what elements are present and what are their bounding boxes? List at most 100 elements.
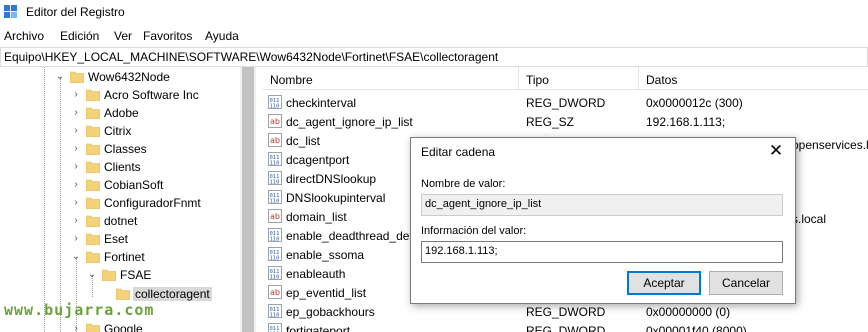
svg-text:110: 110 [270, 180, 280, 186]
window-title: Editor del Registro [26, 5, 125, 19]
svg-text:110: 110 [270, 199, 280, 205]
value-name: fortigateport [286, 324, 351, 332]
reg-binary-icon: 011110 [268, 323, 282, 332]
dialog-title: Editar cadena [421, 145, 496, 159]
svg-text:110: 110 [270, 161, 280, 167]
chevron-right-icon[interactable]: › [71, 234, 81, 244]
tree-item-label: ConfiguradorFnmt [104, 196, 201, 210]
tree-item-label: Google [104, 322, 143, 332]
value-name: enable_deadthread_dete [286, 229, 420, 243]
table-row[interactable]: 011 110 checkinterval REG_DWORD 0x0000012c (… [262, 93, 868, 112]
column-header-name[interactable]: Nombre [270, 73, 313, 87]
tree-scrollbar-thumb[interactable] [242, 67, 254, 332]
value-data-label: Información del valor: [421, 225, 527, 237]
folder-icon [86, 107, 100, 119]
svg-text:110: 110 [270, 313, 280, 319]
ok-button[interactable]: Aceptar [627, 271, 701, 295]
svg-text:ab: ab [270, 288, 280, 297]
address-bar[interactable]: Equipo\HKEY_LOCAL_MACHINE\SOFTWARE\Wow64… [0, 47, 868, 67]
chevron-right-icon[interactable]: › [71, 144, 81, 154]
peeking-data-text: openservices.lo [792, 138, 868, 152]
value-name: dcagentport [286, 153, 350, 167]
folder-icon [86, 215, 100, 227]
chevron-right-icon[interactable]: › [71, 324, 81, 332]
tree-item-label: collectoragent [133, 287, 212, 301]
value-type: REG_DWORD [526, 324, 606, 332]
chevron-right-icon[interactable]: › [71, 216, 81, 226]
value-data-text: 192.168.1.113; [425, 245, 498, 257]
tree-item-label: Citrix [104, 124, 132, 138]
watermark: www.bujarra.com [4, 301, 155, 319]
folder-icon [86, 233, 100, 245]
tree-item-label: FSAE [120, 268, 152, 282]
column-separator[interactable] [518, 67, 519, 89]
folder-icon [86, 323, 100, 332]
svg-text:ab: ab [270, 117, 280, 126]
table-row[interactable]: 011 110 ep_gobackhours REG_DWORD 0x00000000 … [262, 302, 868, 321]
reg-binary-icon: 011110 [268, 266, 282, 280]
folder-icon [86, 125, 100, 137]
reg-string-icon: ab [268, 114, 282, 128]
table-row[interactable]: 011110 fortigateport REG_DWORD 0x00001f40 (… [262, 321, 868, 332]
chevron-down-icon[interactable]: ⌄ [71, 252, 81, 262]
svg-text:110: 110 [270, 256, 280, 262]
folder-open-icon [102, 269, 116, 281]
tree-item-label: Adobe [104, 106, 139, 120]
reg-binary-icon: 011110 [268, 152, 282, 166]
chevron-down-icon[interactable]: ⌄ [87, 270, 97, 280]
cancel-button[interactable]: Cancelar [709, 271, 783, 295]
tree-item-label: CobianSoft [104, 178, 164, 192]
reg-string-icon: ab [268, 133, 282, 147]
column-separator[interactable] [638, 67, 639, 89]
title-bar: Editor del Registro [0, 0, 868, 26]
reg-string-icon: ab [268, 285, 282, 299]
value-type: REG_SZ [526, 115, 575, 129]
reg-binary-icon: 011110 [268, 228, 282, 242]
value-name: domain_list [286, 210, 347, 224]
value-data: 0x00000000 (0) [646, 305, 731, 319]
menu-favoritos[interactable]: Favoritos [143, 29, 192, 43]
reg-binary-icon: 011110 [268, 95, 282, 109]
column-header-type[interactable]: Tipo [526, 73, 549, 87]
chevron-down-icon[interactable]: ⌄ [55, 72, 65, 82]
value-name-text: dc_agent_ignore_ip_list [425, 198, 542, 210]
table-row[interactable]: ab dc_agent_ignore_ip_list REG_SZ 192.168.1… [262, 112, 868, 131]
svg-text:ab: ab [270, 212, 280, 221]
menu-archivo[interactable]: Archivo [4, 29, 44, 43]
value-data: 192.168.1.113; [646, 115, 726, 129]
value-name-field: dc_agent_ignore_ip_list [421, 194, 783, 216]
chevron-right-icon[interactable]: › [71, 162, 81, 172]
menu-ver[interactable]: Ver [114, 29, 132, 43]
chevron-right-icon[interactable]: › [71, 108, 81, 118]
menu-edicion[interactable]: Edición [60, 29, 99, 43]
tree-items: ⌄ Wow6432Node › Acro Software Inc › Adob… [0, 67, 240, 332]
value-name: checkinterval [286, 96, 357, 110]
reg-string-icon: ab [268, 209, 282, 223]
tree-item-label: Eset [104, 232, 129, 246]
tree-scrollbar[interactable] [240, 67, 256, 332]
chevron-right-icon[interactable]: › [71, 198, 81, 208]
value-name: enable_ssoma [286, 248, 365, 262]
svg-text:110: 110 [270, 104, 280, 110]
svg-text:110: 110 [270, 275, 280, 281]
registry-editor-icon [4, 5, 17, 18]
folder-icon [86, 143, 100, 155]
tree-item-label: Classes [104, 142, 147, 156]
folder-icon [86, 89, 100, 101]
chevron-right-icon[interactable]: › [71, 180, 81, 190]
tree-item-label: Wow6432Node [88, 70, 170, 84]
value-name: ep_eventid_list [286, 286, 367, 300]
reg-binary-icon: 011110 [268, 190, 282, 204]
chevron-right-icon[interactable]: › [71, 126, 81, 136]
folder-open-icon [86, 251, 100, 263]
menu-bar: Archivo Edición Ver Favoritos Ayuda [0, 26, 868, 46]
list-header: Nombre Tipo Datos [262, 67, 868, 90]
menu-ayuda[interactable]: Ayuda [205, 29, 239, 43]
tree-item-label: Acro Software Inc [104, 88, 199, 102]
value-data-input[interactable]: 192.168.1.113; [421, 241, 783, 263]
value-type: REG_DWORD [526, 305, 606, 319]
chevron-right-icon[interactable]: › [71, 90, 81, 100]
close-icon[interactable]: ✕ [765, 140, 787, 162]
column-header-data[interactable]: Datos [646, 73, 677, 87]
value-name: dc_list [286, 134, 321, 148]
